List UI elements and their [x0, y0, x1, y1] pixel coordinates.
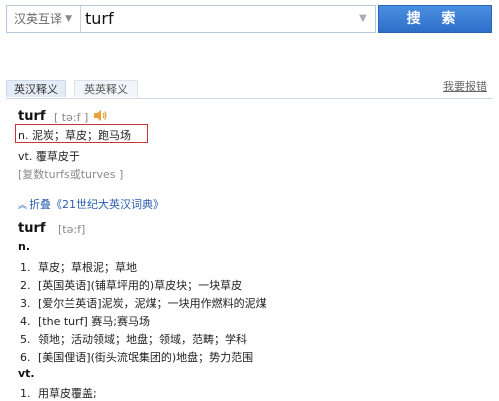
- report-error-link[interactable]: 我要报错: [443, 80, 487, 94]
- sense-number: 4.: [20, 315, 31, 328]
- sense-text: 草皮；草根泥；草地: [38, 261, 137, 274]
- language-select-label: 汉英互译: [14, 12, 63, 26]
- sense-number: 2.: [20, 279, 31, 292]
- sense-item: 6. [美国俚语](街头流氓集团的)地盘；势力范围: [20, 349, 253, 365]
- pos-noun: n.: [18, 240, 31, 253]
- language-select[interactable]: 汉英互译 ▼: [7, 6, 81, 32]
- sense-item: 1. 用草皮覆盖;: [20, 385, 97, 401]
- search-button[interactable]: 搜 索: [378, 5, 492, 33]
- sense-item: 2. [英国英语](铺草坪用的)草皮块；一块草皮: [20, 277, 242, 293]
- definition-verb: vt. 覆草皮于: [18, 150, 80, 163]
- speaker-icon[interactable]: [93, 109, 107, 122]
- sense-number: 1.: [20, 261, 31, 274]
- sense-item: 4. [the turf] 赛马;赛马场: [20, 313, 150, 329]
- definition-noun: n. 泥炭；草皮；跑马场: [18, 129, 131, 142]
- sense-text: 用草皮覆盖;: [38, 387, 97, 400]
- tab-english-english[interactable]: 英英释义: [74, 80, 138, 97]
- search-input[interactable]: [85, 6, 345, 32]
- pos-verb: vt.: [18, 367, 35, 380]
- sense-number: 5.: [20, 333, 31, 346]
- sense-item: 3. [爱尔兰英语]泥炭，泥煤；一块用作燃料的泥煤: [20, 295, 267, 311]
- sense-item: 1. 草皮；草根泥；草地: [20, 259, 137, 275]
- sense-text: 领地；活动领域；地盘；领域，范畴；学科: [38, 333, 247, 346]
- suggest-dropdown-icon[interactable]: ▼: [359, 14, 371, 24]
- sense-text: [the turf] 赛马;赛马场: [38, 315, 151, 328]
- sense-text: [美国俚语](街头流氓集团的)地盘；势力范围: [38, 351, 254, 364]
- plural-note: [复数turfs或turves ]: [18, 168, 124, 181]
- sense-number: 3.: [20, 297, 31, 310]
- double-chevron-up-icon: ︽: [18, 201, 28, 211]
- chevron-down-icon: ▼: [65, 14, 72, 24]
- collapse-label: 折叠《21世纪大英汉词典》: [29, 198, 165, 211]
- dictionary-headword: turf: [18, 221, 46, 236]
- tab-english-chinese[interactable]: 英汉释义: [6, 80, 66, 97]
- sense-text: [爱尔兰英语]泥炭，泥煤；一块用作燃料的泥煤: [38, 297, 267, 310]
- search-bar: 汉英互译 ▼ ▼ 搜 索: [0, 0, 499, 40]
- sense-number: 6.: [20, 351, 31, 364]
- sense-item: 5. 领地；活动领域；地盘；领域，范畴；学科: [20, 331, 247, 347]
- phonetic: [ tə:f ]: [54, 111, 89, 124]
- sense-text: [英国英语](铺草坪用的)草皮块；一块草皮: [38, 279, 243, 292]
- collapse-link[interactable]: ︽ 折叠《21世纪大英汉词典》: [18, 196, 164, 212]
- headword: turf: [18, 109, 46, 124]
- definition-tabs: 英汉释义 英英释义 我要报错: [6, 80, 493, 99]
- sense-number: 1.: [20, 387, 31, 400]
- search-box: 汉英互译 ▼ ▼: [6, 5, 376, 33]
- dictionary-phonetic: [tə:f]: [58, 223, 86, 236]
